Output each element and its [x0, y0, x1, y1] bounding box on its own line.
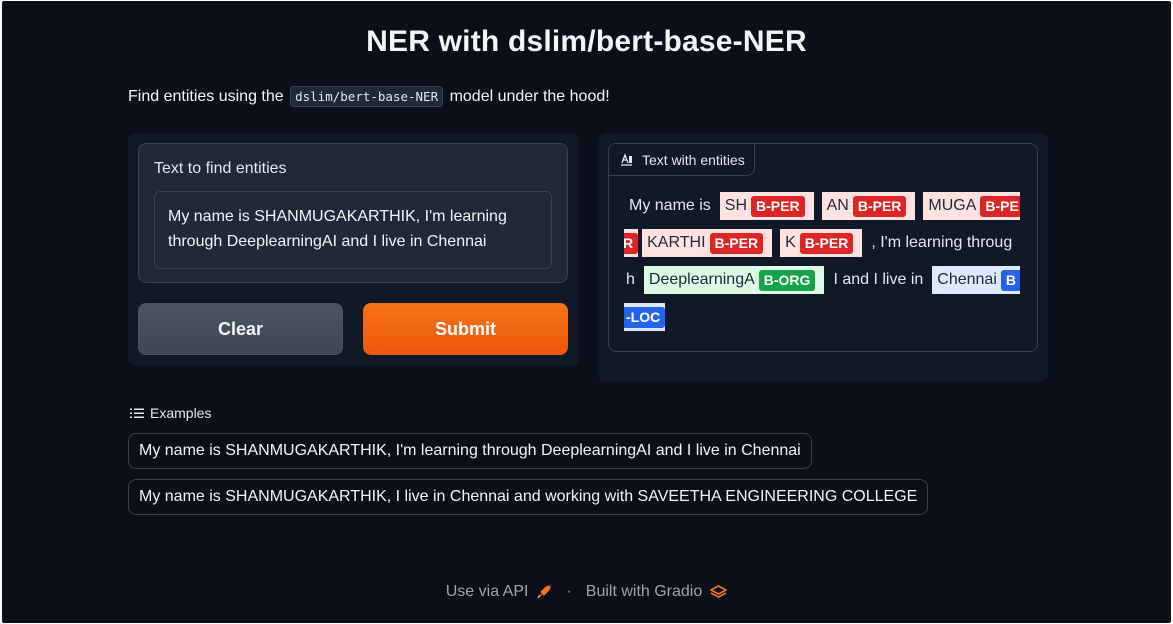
- entity-token: -LOC: [624, 303, 666, 331]
- rocket-icon: [537, 585, 551, 599]
- entity-token: SH B-PER: [719, 192, 814, 220]
- text-input-label: Text to find entities: [154, 160, 287, 177]
- entity-token: Chennai B: [932, 266, 1020, 294]
- example-item[interactable]: My name is SHANMUGAKARTHIK, I'm learning…: [128, 433, 812, 469]
- entity-text-area: My name is SH B-PER AN B-PER MUGA B-PE R KARTHI B…: [624, 192, 1020, 342]
- highlighted-output-block: Text with entities My name is SH B-PER AN B-…: [608, 143, 1038, 352]
- entity-label-badge: B-PER: [709, 232, 764, 254]
- entity-label-badge: R: [624, 232, 639, 254]
- text-input-field[interactable]: My name is SHANMUGAKARTHIK, I'm learning…: [154, 191, 552, 269]
- entity-text: AN: [826, 197, 849, 214]
- entity-label-badge: B-PER: [751, 195, 805, 217]
- footer: Use via API · Built with Gradio: [2, 583, 1171, 601]
- entity-label-badge: B-PER: [852, 195, 907, 217]
- examples-header: Examples: [130, 405, 211, 421]
- output-panel: Text with entities My name is SH B-PER AN B-…: [598, 133, 1048, 382]
- examples-label: Examples: [150, 405, 212, 421]
- entity-text: SH: [724, 197, 748, 214]
- example-item[interactable]: My name is SHANMUGAKARTHIK, I live in Ch…: [128, 479, 929, 515]
- entity-line: My name is SH B-PER AN B-PER MUGA B-PE: [624, 192, 1020, 220]
- page-description: Find entities using the dslim/bert-base-…: [128, 86, 610, 107]
- input-panel: Text to find entities My name is SHANMUG…: [128, 133, 683, 366]
- entity-token: MUGA B-PE: [923, 192, 1020, 220]
- entity-token: R: [624, 229, 639, 257]
- entity-text: DeeplearningA: [648, 271, 755, 288]
- entity-line: h DeeplearningA B-ORG I and I live in Chenna…: [624, 266, 1020, 294]
- plain-text-segment: I and I live in: [833, 271, 924, 288]
- entity-label-badge: B-ORG: [758, 269, 816, 291]
- plain-text-segment: h: [626, 271, 635, 288]
- entity-text: MUGA: [928, 197, 977, 214]
- page-title: NER with dslim/bert-base-NER: [366, 25, 807, 58]
- gradio-logo-icon: [710, 584, 728, 598]
- description-prefix: Find entities using the: [128, 88, 284, 105]
- entity-token: AN B-PER: [821, 192, 916, 220]
- entity-label-badge: B-PER: [799, 232, 854, 254]
- text-input-block: Text to find entities My name is SHANMUG…: [138, 143, 683, 283]
- entity-text: Chennai: [937, 271, 997, 288]
- plain-text-segment: , I'm learning throug: [871, 234, 1013, 251]
- description-suffix: model under the hood!: [449, 88, 610, 105]
- entity-text: K: [785, 234, 796, 251]
- entity-label-badge: B: [1000, 269, 1020, 291]
- entity-text: KARTHI: [647, 234, 706, 251]
- built-with-gradio-link[interactable]: Built with Gradio: [586, 583, 703, 601]
- footer-separator: ·: [566, 583, 572, 600]
- use-via-api-link[interactable]: Use via API: [446, 583, 529, 601]
- model-code: dslim/bert-base-NER: [290, 86, 444, 107]
- entity-line: R KARTHI B-PER K B-PER, I'm learning throug: [624, 229, 1017, 257]
- output-label: Text with entities: [642, 151, 745, 168]
- entity-label-badge: -LOC: [624, 306, 666, 328]
- output-label-tab: Text with entities: [609, 144, 755, 176]
- submit-button[interactable]: Submit: [363, 303, 568, 355]
- entity-label-badge: B-PE: [980, 195, 1020, 217]
- clear-button[interactable]: Clear: [138, 303, 343, 355]
- entity-token: DeeplearningA B-ORG: [643, 266, 825, 294]
- plain-text-segment: My name is: [629, 197, 711, 214]
- entity-token: K B-PER: [780, 229, 863, 257]
- highlight-text-icon: [621, 153, 632, 166]
- list-icon: [130, 408, 144, 418]
- entity-token: KARTHI B-PER: [642, 229, 773, 257]
- app-frame: NER with dslim/bert-base-NER Find entiti…: [2, 1, 1171, 623]
- entity-line: -LOC: [624, 303, 666, 331]
